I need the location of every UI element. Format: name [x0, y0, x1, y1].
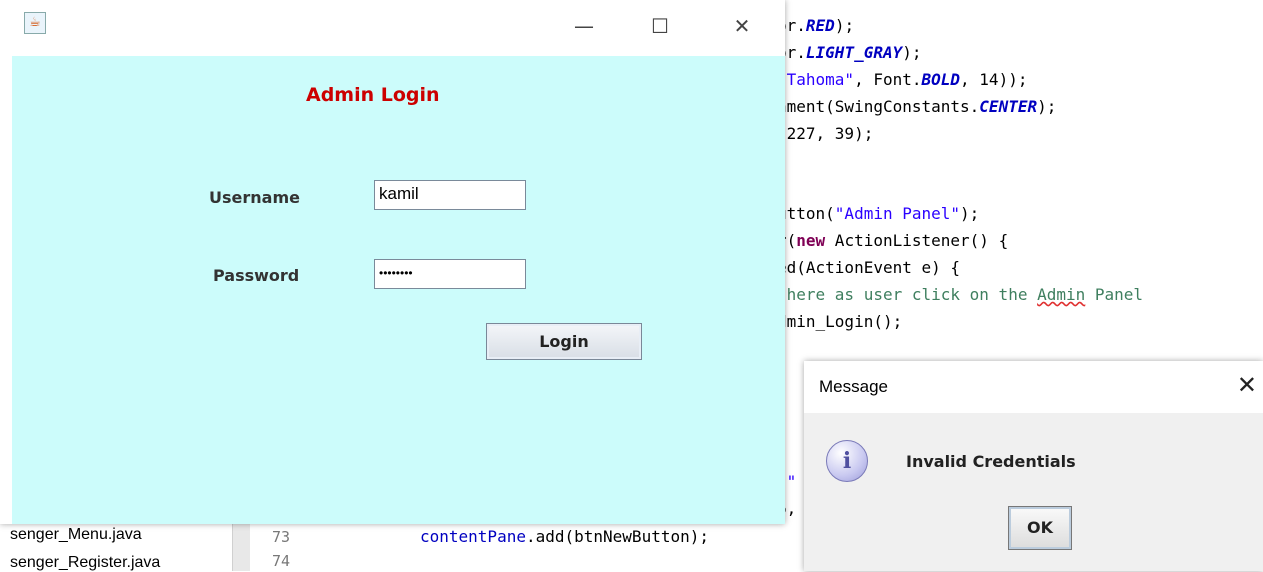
package-scrollbar[interactable]: [232, 520, 251, 571]
dialog-title: Message: [819, 377, 888, 396]
maximize-button[interactable]: ☐: [640, 14, 680, 38]
code-line-1: or.RED);: [777, 16, 855, 35]
code-line-6: utton("Admin Panel");: [777, 204, 980, 223]
code-line-8: ed(ActionEvent e) {: [777, 258, 961, 277]
package-item[interactable]: senger_Register.java: [10, 554, 160, 572]
code-line-10: dmin_Login();: [777, 312, 903, 331]
code-line-2: or.LIGHT_GRAY);: [777, 43, 922, 62]
admin-login-window: ☕ — ☐ ✕ Admin Login Username kamil Passw…: [0, 0, 785, 524]
password-label: Password: [213, 266, 300, 285]
package-explorer: senger_Menu.java senger_Register.java: [0, 520, 232, 571]
dialog-close-icon[interactable]: ✕: [1237, 371, 1257, 399]
info-icon: i: [826, 440, 868, 482]
code-line-7: r(new ActionListener() {: [777, 231, 1009, 250]
window-titlebar[interactable]: ☕ — ☐ ✕: [0, 0, 785, 56]
dialog-titlebar[interactable]: Message ✕: [804, 361, 1263, 413]
minimize-button[interactable]: —: [564, 14, 604, 38]
close-button[interactable]: ✕: [722, 14, 762, 38]
password-field[interactable]: ••••••••: [374, 259, 526, 289]
code-line-3: "Tahoma", Font.BOLD, 14));: [777, 70, 1028, 89]
line-number: 73: [272, 528, 291, 546]
ok-button[interactable]: OK: [1008, 506, 1072, 550]
login-content-pane: [12, 56, 785, 524]
page-title: Admin Login: [306, 84, 440, 106]
code-line-73: contentPane.add(btnNewButton);: [420, 527, 709, 546]
username-field[interactable]: kamil: [374, 180, 526, 210]
dialog-message: Invalid Credentials: [906, 452, 1076, 471]
code-line-9: here as user click on the Admin Panel: [777, 285, 1144, 304]
code-line-5: 227, 39);: [777, 124, 874, 143]
username-label: Username: [209, 188, 300, 207]
package-item[interactable]: senger_Menu.java: [10, 526, 142, 544]
code-line-4: nment(SwingConstants.CENTER);: [777, 97, 1057, 116]
java-app-icon: ☕: [24, 12, 46, 34]
message-dialog: Message ✕ i Invalid Credentials OK: [804, 361, 1263, 571]
login-button[interactable]: Login: [486, 323, 642, 360]
line-number: 74: [272, 552, 291, 570]
